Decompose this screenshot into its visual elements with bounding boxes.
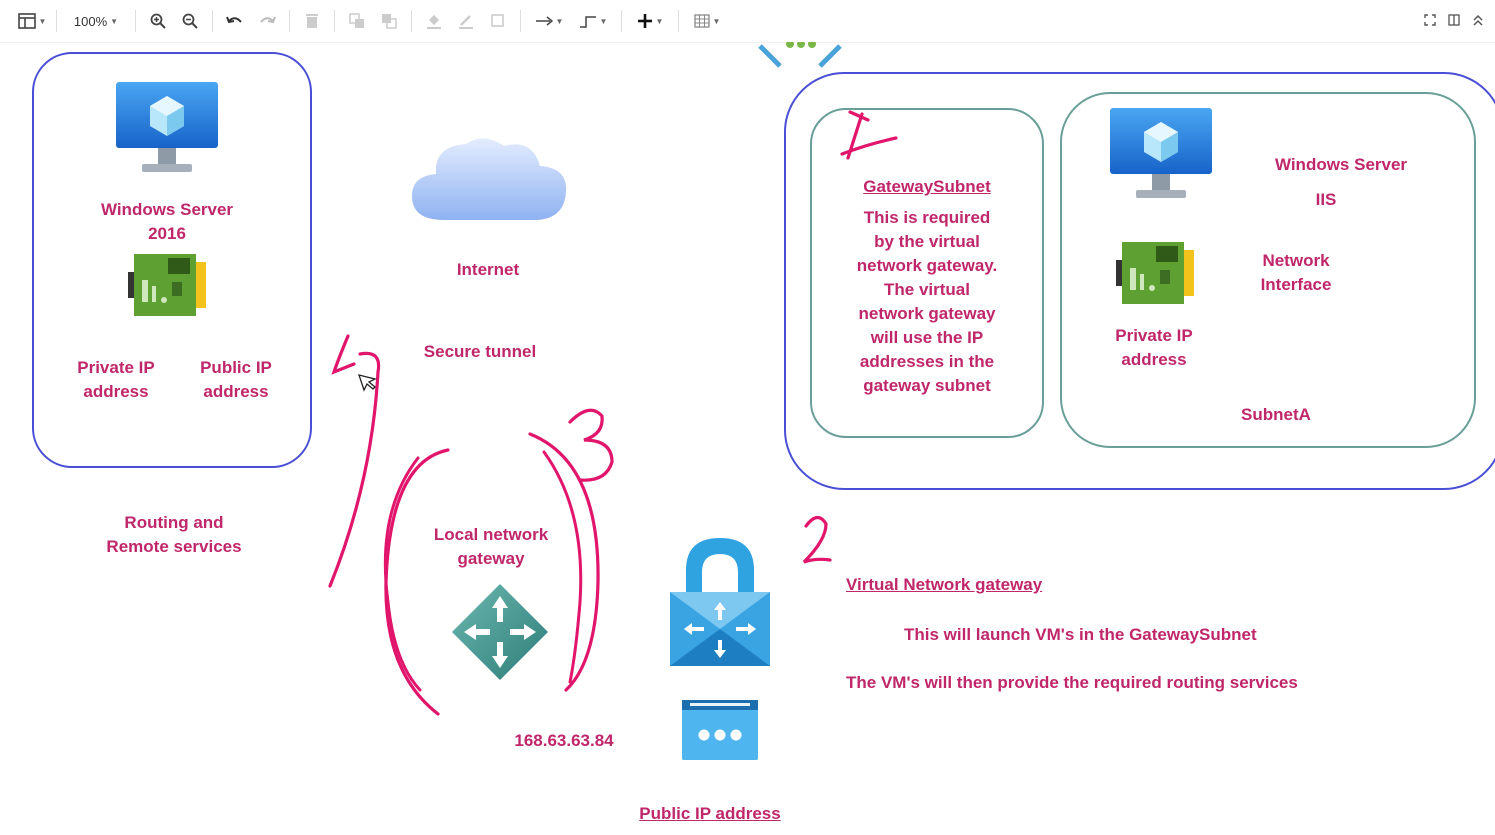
windows-server-2016-label: Windows Server 2016	[100, 200, 234, 243]
virtual-network-gateway-title[interactable]: Virtual Network gateway	[846, 573, 1042, 597]
private-ip-label-left: Private IP address	[77, 358, 155, 401]
toolbar-divider	[678, 10, 679, 32]
zoom-select[interactable]: 100% ▼	[63, 6, 129, 36]
redo-button[interactable]	[251, 6, 283, 36]
shadow-button[interactable]	[482, 6, 514, 36]
left-parenthesis-inner	[383, 456, 422, 692]
local-network-gateway-label: Local network gateway	[433, 525, 549, 568]
toolbar-right-group	[1423, 8, 1485, 32]
subnet-a-label: SubnetA	[1241, 405, 1311, 424]
undo-button[interactable]	[219, 6, 251, 36]
fullscreen-button[interactable]	[1423, 8, 1437, 32]
zoom-out-icon	[182, 13, 198, 29]
editor-toolbar: ▼ 100% ▼ ▼ ▼ ▼ ▼	[0, 0, 1495, 43]
toolbar-divider	[621, 10, 622, 32]
redo-icon	[260, 16, 276, 24]
fullscreen-icon	[1424, 14, 1436, 26]
public-ip-icon[interactable]	[680, 698, 760, 762]
fill-bucket-icon	[427, 15, 441, 29]
diagram-canvas[interactable]: Windows Server 2016 Private IP address P…	[0, 42, 1495, 835]
to-front-icon	[349, 13, 364, 28]
network-interface-label: Network Interface	[1260, 251, 1332, 294]
insert-button[interactable]: ▼	[628, 6, 672, 36]
vnet-gateway-line-1: This will launch VM's in the GatewaySubn…	[904, 625, 1257, 644]
zoom-level: 100%	[73, 13, 108, 29]
zoom-in-icon	[150, 13, 166, 29]
to-back-icon	[382, 14, 397, 29]
panel-layout-icon	[17, 13, 36, 29]
gateway-subnet-title[interactable]: GatewaySubnet	[814, 175, 1040, 199]
toolbar-divider	[520, 10, 521, 32]
secure-tunnel-label: Secure tunnel	[423, 342, 537, 361]
waypoint-icon	[579, 16, 596, 28]
toolbar-divider	[135, 10, 136, 32]
network-interface-icon[interactable]	[1116, 240, 1196, 306]
annotation-label-3: 3	[576, 418, 577, 419]
shadow-icon	[491, 14, 504, 27]
chevron-down-icon: ▼	[712, 16, 721, 26]
chevron-down-icon: ▼	[599, 16, 608, 26]
windows-server-icon[interactable]	[114, 82, 220, 178]
pen-cursor-icon	[358, 374, 377, 392]
toolbar-divider	[289, 10, 290, 32]
local-gateway-ip-label: 168.63.63.84	[514, 731, 614, 750]
annotation-three	[568, 408, 614, 482]
router-icon[interactable]	[450, 582, 550, 682]
windows-server-icon[interactable]	[1108, 108, 1214, 204]
chevron-down-icon: ▼	[38, 16, 47, 26]
vnet-gateway-line-2: The VM's will then provide the required …	[846, 673, 1298, 692]
zoom-out-button[interactable]	[174, 6, 206, 36]
toolbar-divider	[212, 10, 213, 32]
network-interface-icon[interactable]	[128, 252, 208, 318]
to-back-button[interactable]	[373, 6, 405, 36]
fill-color-button[interactable]	[418, 6, 450, 36]
annotation-label-2: 2	[804, 526, 805, 527]
internet-label: Internet	[456, 260, 520, 279]
iis-label: IIS	[1315, 190, 1337, 209]
format-panel-button[interactable]: ▼	[14, 6, 50, 36]
left-parenthesis-outer	[384, 448, 450, 716]
chevron-down-icon: ▼	[110, 16, 119, 26]
double-chevron-up-icon	[1473, 14, 1483, 26]
public-ip-address-link[interactable]: Public IP address	[610, 802, 810, 826]
vpn-gateway-lock-icon[interactable]	[668, 534, 772, 670]
chevron-down-icon: ▼	[555, 16, 564, 26]
connection-style-button[interactable]: ▼	[527, 6, 571, 36]
toolbar-divider	[334, 10, 335, 32]
undo-icon	[226, 16, 242, 24]
cloud-icon[interactable]	[404, 130, 574, 230]
private-ip-label-right: Private IP address	[1115, 326, 1193, 369]
split-panel-icon	[1448, 14, 1460, 26]
delete-button[interactable]	[296, 6, 328, 36]
arrow-right-icon	[535, 16, 553, 26]
gateway-subnet-description: This is required by the virtual network …	[856, 208, 998, 395]
table-icon	[693, 14, 710, 28]
pencil-icon	[459, 15, 473, 29]
line-color-button[interactable]	[450, 6, 482, 36]
to-front-button[interactable]	[341, 6, 373, 36]
collapse-toolbar-button[interactable]	[1471, 8, 1485, 32]
public-ip-label-left: Public IP address	[200, 358, 272, 401]
partial-shape-icon[interactable]	[755, 42, 845, 72]
toolbar-divider	[411, 10, 412, 32]
toolbar-divider	[56, 10, 57, 32]
annotation-label-4: 4	[338, 336, 339, 337]
zoom-in-button[interactable]	[142, 6, 174, 36]
windows-server-label-right: Windows Server	[1274, 155, 1408, 174]
annotation-two	[802, 515, 832, 564]
plus-icon	[637, 14, 652, 28]
table-button[interactable]: ▼	[685, 6, 729, 36]
waypoints-button[interactable]: ▼	[571, 6, 615, 36]
format-panel-toggle[interactable]	[1447, 8, 1461, 32]
routing-remote-services-label: Routing and Remote services	[106, 513, 242, 556]
annotation-label-1: 1	[840, 108, 841, 109]
trash-icon	[306, 14, 318, 28]
chevron-down-icon: ▼	[655, 16, 664, 26]
